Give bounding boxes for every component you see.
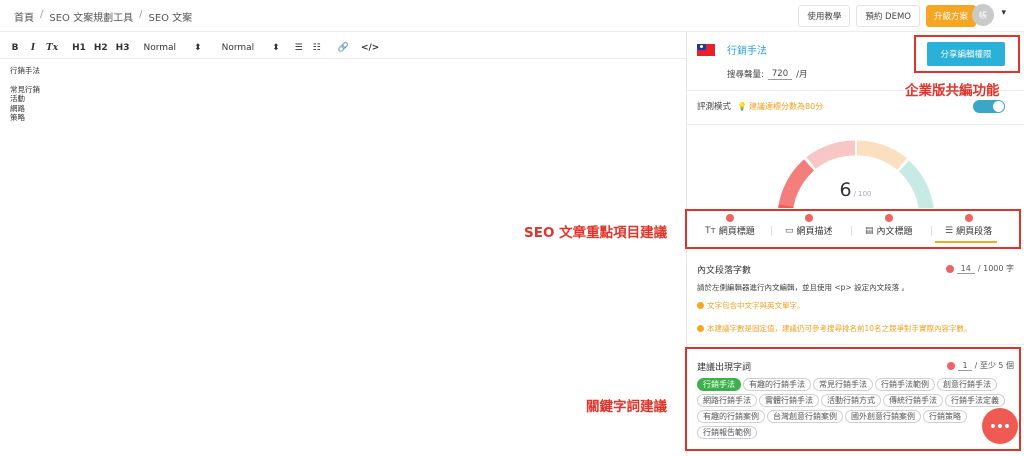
divider [687,124,1024,125]
chevron-down-icon[interactable]: ▾ [1001,8,1006,18]
score-max: / 100 [853,190,872,198]
format-select-value: Normal [143,42,177,53]
volume-label: 搜尋聲量: [727,70,764,80]
note-1: 文字包含中文字與英文單字。 [697,300,1015,311]
mode-toggle[interactable] [973,100,1005,113]
dot-icon [998,424,1002,428]
score-display: 6/ 100 [687,179,1024,201]
dot-icon [991,424,995,428]
note-2-text: 本建議字數是固定值，建議仍可參考搜尋排名前10名之競爭對手實際內容字數。 [707,324,972,333]
editor-line: 常見行銷 [10,84,40,94]
editor-toolbar: B I Tx H1 H2 H3 Normal ⬍ Normal ⬍ ☰ ☷ 🔗 … [0,37,686,59]
bold-button[interactable]: B [10,43,20,53]
size-select[interactable]: Normal ⬍ [222,43,280,53]
upgrade-button[interactable]: 升級方案 [925,5,976,27]
keyword-header: 行銷手法 [697,42,767,57]
mode-row: 評測模式 💡 建議達標分數為80分 [697,100,1015,113]
editor-content[interactable]: 行銷手法 常見行銷 活動 網路 策略 [10,66,40,123]
mode-hint: 💡 建議達標分數為80分 [737,101,823,112]
link-icon[interactable]: 🔗 [338,43,349,53]
alert-dot [945,264,954,273]
avatar[interactable]: 帳 [972,4,994,26]
clear-format-button[interactable]: Tx [46,43,58,53]
bulb-icon: 💡 [737,101,747,111]
gauge-segment-mid-low [806,140,856,170]
editor-line: 活動 [10,94,25,103]
h3-button[interactable]: H3 [116,43,130,53]
ordered-list-icon[interactable]: ☰ [294,43,304,53]
size-select-value: Normal [221,42,255,53]
demo-button[interactable]: 預約 DEMO [856,5,920,27]
bullet-list-icon[interactable]: ☷ [312,43,322,53]
taiwan-flag-icon [697,43,715,56]
editor-line: 行銷手法 [10,66,40,75]
paragraph-count: 14 / 1000 字 [945,263,1014,274]
updown-icon: ⬍ [272,42,280,53]
paragraph-description: 請於左側編輯器進行內文編輯，並且使用 <p> 設定內文段落 。 [697,283,909,292]
breadcrumb: 首頁 / SEO 文案規劃工具 / SEO 文案 [14,9,192,24]
paragraph-count-title: 內文段落字數 [697,266,752,276]
search-volume: 搜尋聲量: 720 /月 [727,68,808,81]
italic-button[interactable]: I [28,43,38,53]
annotation-box-share [914,35,1020,73]
dot-icon [1005,424,1009,428]
annotation-box-seo [685,209,1021,249]
tutorial-button[interactable]: 使用教學 [798,5,851,27]
editor-line: 網路 [10,103,25,113]
annotation-keywords: 關鍵字詞建議 [586,399,667,415]
annotation-seo: SEO 文章重點項目建議 [524,225,668,241]
annotation-share: 企業版共編功能 [905,83,1000,99]
mode-label: 評測模式 [697,102,732,112]
code-icon[interactable]: </> [361,43,379,53]
note-1-text: 文字包含中文字與英文單字。 [707,301,805,310]
divider [687,344,1024,345]
top-actions: 使用教學 預約 DEMO 升級方案 [798,5,976,27]
paragraph-count-suffix: / 1000 字 [977,264,1014,273]
info-dot [697,302,704,309]
volume-unit: /月 [796,70,808,80]
updown-icon: ⬍ [194,42,202,53]
breadcrumb-separator: / [139,9,143,20]
editor-line: 策略 [10,113,25,122]
annotation-box-keywords [685,347,1021,451]
format-select[interactable]: Normal ⬍ [143,43,201,53]
breadcrumb-tool[interactable]: SEO 文案規劃工具 [49,9,133,24]
h2-button[interactable]: H2 [94,43,108,53]
paragraph-count-value: 14 [956,264,975,274]
mode-hint-text: 建議達標分數為80分 [748,101,824,111]
top-bar: 首頁 / SEO 文案規劃工具 / SEO 文案 使用教學 預約 DEMO 升級… [0,0,1024,32]
keyword-title[interactable]: 行銷手法 [727,42,767,57]
more-actions-button[interactable] [982,408,1018,444]
note-2: 本建議字數是固定值，建議仍可參考搜尋排名前10名之競爭對手實際內容字數。 [697,323,1015,334]
breadcrumb-home[interactable]: 首頁 [14,9,34,24]
info-dot [697,325,704,332]
breadcrumb-current: SEO 文案 [148,13,193,24]
h1-button[interactable]: H1 [72,43,86,53]
volume-value: 720 [767,69,793,80]
score-value: 6 [839,179,852,201]
breadcrumb-separator: / [40,9,44,20]
gauge-segment-mid-high [856,140,907,171]
